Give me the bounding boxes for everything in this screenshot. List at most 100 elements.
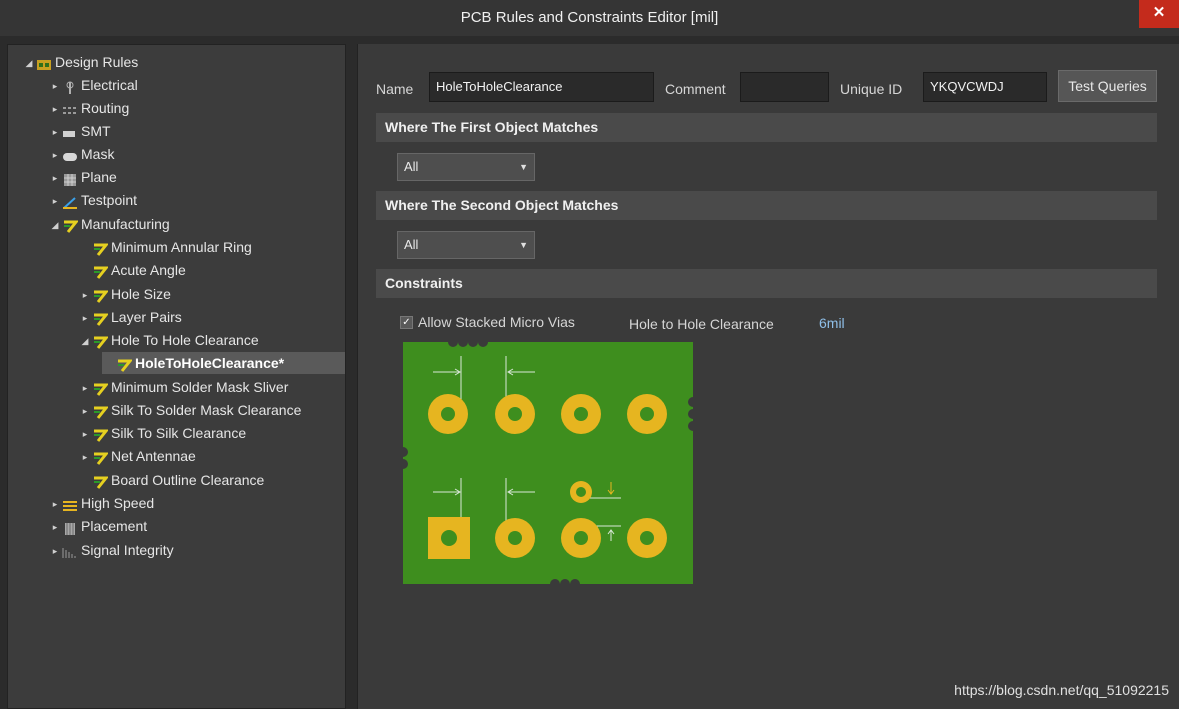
collapsed-arrow-icon[interactable]: ▸ — [78, 377, 92, 399]
tree-item-net-antennae[interactable]: ▸ Net Antennae — [78, 445, 196, 467]
tree-item-silk-to-silk-clearance[interactable]: ▸ Silk To Silk Clearance — [78, 422, 246, 444]
collapsed-arrow-icon[interactable]: ▸ — [78, 284, 92, 306]
tree-item-acute-angle[interactable]: Acute Angle — [78, 259, 186, 281]
signal-integrity-icon — [62, 544, 78, 559]
comment-label: Comment — [665, 81, 726, 97]
tree-label: Hole Size — [111, 286, 171, 302]
collapsed-arrow-icon[interactable]: ▸ — [48, 121, 62, 143]
test-queries-button[interactable]: Test Queries — [1058, 70, 1157, 102]
manufacturing-rule-icon — [92, 474, 110, 490]
tree-label: Board Outline Clearance — [111, 472, 265, 488]
expanded-arrow-icon[interactable]: ◢ — [22, 52, 36, 74]
collapsed-arrow-icon[interactable]: ▸ — [48, 167, 62, 189]
manufacturing-rule-icon — [92, 404, 110, 420]
manufacturing-rule-icon — [92, 334, 110, 350]
high-speed-icon — [62, 497, 78, 512]
tree-label: SMT — [81, 123, 111, 139]
tree-item-hole-to-hole-clearance[interactable]: ◢ Hole To Hole Clearance — [78, 329, 259, 351]
tree-item-routing[interactable]: ▸ Routing — [48, 97, 130, 120]
tree-item-board-outline-clearance[interactable]: Board Outline Clearance — [78, 469, 264, 491]
electrical-icon — [62, 79, 78, 95]
collapsed-arrow-icon[interactable]: ▸ — [78, 446, 92, 468]
tree-label: Design Rules — [55, 54, 139, 70]
manufacturing-rule-icon — [92, 288, 110, 304]
tree-label: Testpoint — [81, 192, 138, 208]
expanded-arrow-icon[interactable]: ◢ — [48, 214, 62, 236]
tree-item-manufacturing[interactable]: ◢ Manufacturing — [48, 213, 170, 235]
chevron-down-icon: ▼ — [519, 162, 528, 172]
dropdown-value: All — [404, 159, 419, 174]
tree-item-design-rules[interactable]: ◢ Design Rules — [22, 51, 138, 73]
collapsed-arrow-icon[interactable]: ▸ — [48, 540, 62, 562]
design-rules-icon — [36, 56, 52, 71]
tree-label: High Speed — [81, 495, 155, 511]
expanded-arrow-icon[interactable]: ◢ — [78, 330, 92, 352]
tree-item-layer-pairs[interactable]: ▸ Layer Pairs — [78, 306, 182, 328]
tree-label: Mask — [81, 146, 115, 162]
tree-item-electrical[interactable]: ▸ Electrical — [48, 74, 138, 96]
tree-label: Manufacturing — [81, 216, 170, 232]
tree-label: Silk To Silk Clearance — [111, 425, 247, 441]
tree-item-smt[interactable]: ▸ SMT — [48, 120, 111, 142]
first-match-dropdown[interactable]: All ▼ — [397, 153, 535, 181]
allow-stacked-micro-vias-checkbox[interactable]: ✓ — [400, 316, 413, 329]
tree-item-placement[interactable]: ▸ Placement — [48, 515, 147, 537]
tree-label: HoleToHoleClearance* — [135, 355, 285, 371]
unique-id-label: Unique ID — [840, 81, 903, 97]
tree-label: Minimum Annular Ring — [111, 239, 252, 255]
constraints-header: Constraints — [376, 269, 1157, 298]
testpoint-icon — [62, 194, 78, 210]
tree-label: Layer Pairs — [111, 309, 182, 325]
rules-tree: ◢ Design Rules ▸ Electrical ▸ Routing ▸ SMT … — [7, 44, 346, 709]
close-button[interactable]: ✕ — [1139, 0, 1179, 28]
unique-id-field[interactable]: YKQVCWDJ — [923, 72, 1047, 102]
collapsed-arrow-icon[interactable]: ▸ — [48, 516, 62, 538]
tree-label: Routing — [81, 100, 130, 116]
manufacturing-rule-icon — [92, 241, 110, 257]
tree-item-minimum-solder-mask-sliver[interactable]: ▸ Minimum Solder Mask Sliver — [78, 376, 288, 398]
tree-item-silk-to-solder-mask-clearance[interactable]: ▸ Silk To Solder Mask Clearance — [78, 399, 301, 421]
collapsed-arrow-icon[interactable]: ▸ — [48, 493, 62, 515]
tree-item-mask[interactable]: ▸ Mask — [48, 143, 115, 166]
tree-label: Plane — [81, 169, 117, 185]
tree-item-hole-size[interactable]: ▸ Hole Size — [78, 283, 171, 305]
collapsed-arrow-icon[interactable]: ▸ — [48, 190, 62, 212]
manufacturing-icon — [62, 218, 80, 234]
plane-icon — [62, 171, 78, 187]
hole-to-hole-clearance-label: Hole to Hole Clearance — [629, 316, 774, 332]
tree-item-holetoholeclearance-selected[interactable]: HoleToHoleClearance* — [102, 352, 345, 374]
name-field[interactable]: HoleToHoleClearance — [429, 72, 654, 102]
manufacturing-rule-icon — [92, 264, 110, 280]
second-match-header: Where The Second Object Matches — [376, 191, 1157, 220]
manufacturing-rule-icon — [92, 450, 110, 466]
watermark: https://blog.csdn.net/qq_51092215 — [954, 682, 1169, 698]
title-bar: PCB Rules and Constraints Editor [mil] ✕ — [0, 0, 1179, 36]
smt-icon — [62, 125, 78, 139]
collapsed-arrow-icon[interactable]: ▸ — [48, 98, 62, 120]
tree-item-minimum-annular-ring[interactable]: Minimum Annular Ring — [78, 236, 252, 258]
clearance-illustration — [403, 342, 693, 584]
collapsed-arrow-icon[interactable]: ▸ — [78, 307, 92, 329]
tree-item-testpoint[interactable]: ▸ Testpoint — [48, 189, 137, 211]
hole-to-hole-clearance-value[interactable]: 6mil — [819, 315, 845, 331]
collapsed-arrow-icon[interactable]: ▸ — [48, 144, 62, 166]
mask-icon — [62, 148, 78, 162]
tree-item-high-speed[interactable]: ▸ High Speed — [48, 492, 154, 514]
chevron-down-icon: ▼ — [519, 240, 528, 250]
placement-icon — [62, 520, 78, 536]
routing-icon — [62, 102, 78, 116]
name-label: Name — [376, 81, 414, 97]
window-title: PCB Rules and Constraints Editor [mil] — [460, 9, 719, 26]
tree-item-plane[interactable]: ▸ Plane — [48, 166, 117, 188]
collapsed-arrow-icon[interactable]: ▸ — [48, 75, 62, 97]
tree-label: Net Antennae — [111, 448, 196, 464]
comment-field[interactable] — [740, 72, 829, 102]
tree-label: Signal Integrity — [81, 542, 174, 558]
tree-item-signal-integrity[interactable]: ▸ Signal Integrity — [48, 539, 174, 561]
manufacturing-rule-icon — [92, 427, 110, 443]
tree-label: Placement — [81, 518, 148, 534]
micro-via-hole — [576, 487, 586, 497]
second-match-dropdown[interactable]: All ▼ — [397, 231, 535, 259]
collapsed-arrow-icon[interactable]: ▸ — [78, 423, 92, 445]
collapsed-arrow-icon[interactable]: ▸ — [78, 400, 92, 422]
